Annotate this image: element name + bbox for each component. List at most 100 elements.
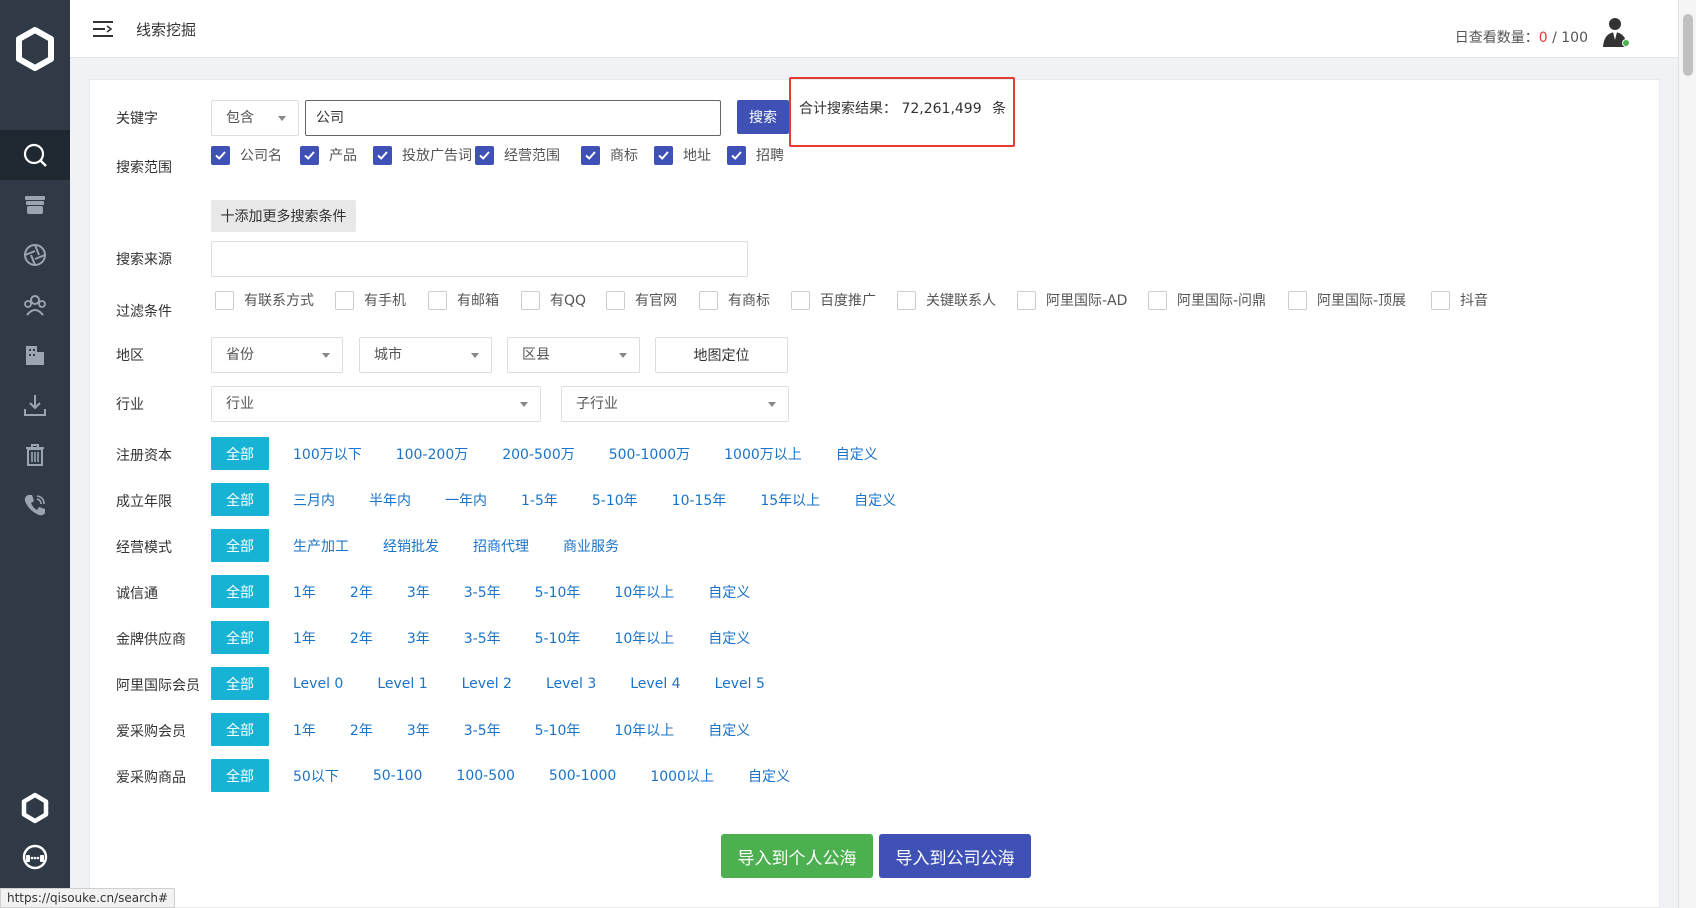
filter-checkbox[interactable]: 有手机 (335, 290, 406, 310)
option-all-button[interactable]: 全部 (211, 621, 269, 654)
scrollbar-thumb[interactable] (1683, 14, 1693, 76)
filter-checkbox[interactable]: 有联系方式 (215, 290, 314, 310)
nav-aperture[interactable] (0, 230, 70, 280)
option-link[interactable]: 三月内 (293, 490, 335, 510)
option-link[interactable]: 3年 (407, 720, 430, 740)
option-link[interactable]: Level 4 (630, 676, 680, 692)
option-link[interactable]: 1000以上 (650, 766, 714, 786)
filter-checkbox[interactable]: 阿里国际-顶展 (1288, 290, 1406, 310)
option-link[interactable]: 生产加工 (293, 536, 349, 556)
app-logo-icon[interactable] (13, 27, 57, 71)
scope-checkbox[interactable]: 公司名 (211, 145, 282, 165)
option-all-button[interactable]: 全部 (211, 575, 269, 608)
option-link[interactable]: 3-5年 (464, 628, 501, 648)
option-link[interactable]: Level 2 (462, 676, 512, 692)
user-avatar-icon[interactable] (1602, 16, 1630, 48)
option-link[interactable]: 自定义 (708, 582, 750, 602)
option-link[interactable]: 1年 (293, 720, 316, 740)
option-link[interactable]: 自定义 (854, 490, 896, 510)
scope-checkbox[interactable]: 经营范围 (475, 145, 560, 165)
scope-checkbox[interactable]: 投放广告词 (373, 145, 472, 165)
option-link[interactable]: 50以下 (293, 766, 339, 786)
option-link[interactable]: 10年以上 (614, 720, 674, 740)
option-link[interactable]: 15年以上 (760, 490, 820, 510)
source-input[interactable] (211, 241, 748, 277)
filter-checkbox[interactable]: 抖音 (1431, 290, 1488, 310)
support-icon[interactable] (21, 843, 49, 871)
keyword-input[interactable]: 公司 (305, 100, 721, 136)
option-link[interactable]: 3年 (407, 582, 430, 602)
map-locate-button[interactable]: 地图定位 (655, 337, 788, 373)
option-link[interactable]: 10年以上 (614, 628, 674, 648)
scope-checkbox[interactable]: 商标 (581, 145, 638, 165)
add-more-conditions-button[interactable]: 十添加更多搜索条件 (211, 200, 356, 232)
scope-checkbox[interactable]: 招聘 (727, 145, 784, 165)
option-link[interactable]: 1-5年 (521, 490, 558, 510)
option-link[interactable]: 自定义 (748, 766, 790, 786)
search-button[interactable]: 搜索 (737, 100, 789, 134)
option-all-button[interactable]: 全部 (211, 667, 269, 700)
filter-checkbox[interactable]: 有邮箱 (428, 290, 499, 310)
option-link[interactable]: 500-1000 (549, 768, 616, 784)
scope-checkbox[interactable]: 产品 (300, 145, 357, 165)
province-select[interactable]: 省份 (211, 337, 343, 373)
option-link[interactable]: 2年 (350, 628, 373, 648)
city-select[interactable]: 城市 (359, 337, 492, 373)
option-link[interactable]: 3年 (407, 628, 430, 648)
nav-search[interactable] (0, 130, 70, 180)
option-link[interactable]: 3-5年 (464, 720, 501, 740)
industry-select[interactable]: 行业 (211, 386, 541, 422)
option-link[interactable]: 10年以上 (614, 582, 674, 602)
scope-checkbox[interactable]: 地址 (654, 145, 711, 165)
nav-building[interactable] (0, 330, 70, 380)
option-all-button[interactable]: 全部 (211, 483, 269, 516)
option-link[interactable]: 100万以下 (293, 444, 362, 464)
filter-checkbox[interactable]: 有官网 (606, 290, 677, 310)
option-link[interactable]: 100-500 (456, 768, 515, 784)
option-all-button[interactable]: 全部 (211, 759, 269, 792)
menu-toggle-icon[interactable] (92, 20, 114, 38)
option-all-button[interactable]: 全部 (211, 529, 269, 562)
option-link[interactable]: 自定义 (836, 444, 878, 464)
option-link[interactable]: 自定义 (708, 628, 750, 648)
import-company-pool-button[interactable]: 导入到公司公海 (879, 834, 1031, 878)
option-link[interactable]: 招商代理 (473, 536, 529, 556)
nav-team[interactable] (0, 280, 70, 330)
option-all-button[interactable]: 全部 (211, 713, 269, 746)
option-link[interactable]: 5-10年 (535, 582, 581, 602)
nav-archive[interactable] (0, 180, 70, 230)
filter-checkbox[interactable]: 有商标 (699, 290, 770, 310)
option-link[interactable]: Level 3 (546, 676, 596, 692)
option-link[interactable]: 1000万以上 (724, 444, 802, 464)
filter-checkbox[interactable]: 百度推广 (791, 290, 876, 310)
nav-trash[interactable] (0, 430, 70, 480)
option-link[interactable]: Level 5 (715, 676, 765, 692)
option-link[interactable]: 一年内 (445, 490, 487, 510)
option-link[interactable]: 500-1000万 (609, 444, 690, 464)
filter-checkbox[interactable]: 有QQ (521, 290, 586, 310)
option-link[interactable]: 2年 (350, 720, 373, 740)
filter-checkbox[interactable]: 阿里国际-AD (1017, 290, 1127, 310)
option-link[interactable]: 5-10年 (592, 490, 638, 510)
option-link[interactable]: 10-15年 (672, 490, 727, 510)
option-link[interactable]: 1年 (293, 582, 316, 602)
option-link[interactable]: 3-5年 (464, 582, 501, 602)
option-link[interactable]: 50-100 (373, 768, 423, 784)
option-link[interactable]: Level 0 (293, 676, 343, 692)
filter-checkbox[interactable]: 关键联系人 (897, 290, 996, 310)
district-select[interactable]: 区县 (507, 337, 640, 373)
option-link[interactable]: 200-500万 (502, 444, 575, 464)
option-link[interactable]: 100-200万 (396, 444, 469, 464)
option-link[interactable]: 自定义 (708, 720, 750, 740)
keyword-mode-select[interactable]: 包含 (211, 100, 299, 136)
filter-checkbox[interactable]: 阿里国际-问鼎 (1148, 290, 1266, 310)
option-link[interactable]: 5-10年 (535, 720, 581, 740)
option-link[interactable]: 经销批发 (383, 536, 439, 556)
option-link[interactable]: Level 1 (377, 676, 427, 692)
nav-download[interactable] (0, 380, 70, 430)
sub-industry-select[interactable]: 子行业 (561, 386, 789, 422)
import-personal-pool-button[interactable]: 导入到个人公海 (721, 834, 873, 878)
page-scrollbar[interactable] (1678, 0, 1696, 908)
option-link[interactable]: 半年内 (369, 490, 411, 510)
nav-phone[interactable] (0, 480, 70, 530)
